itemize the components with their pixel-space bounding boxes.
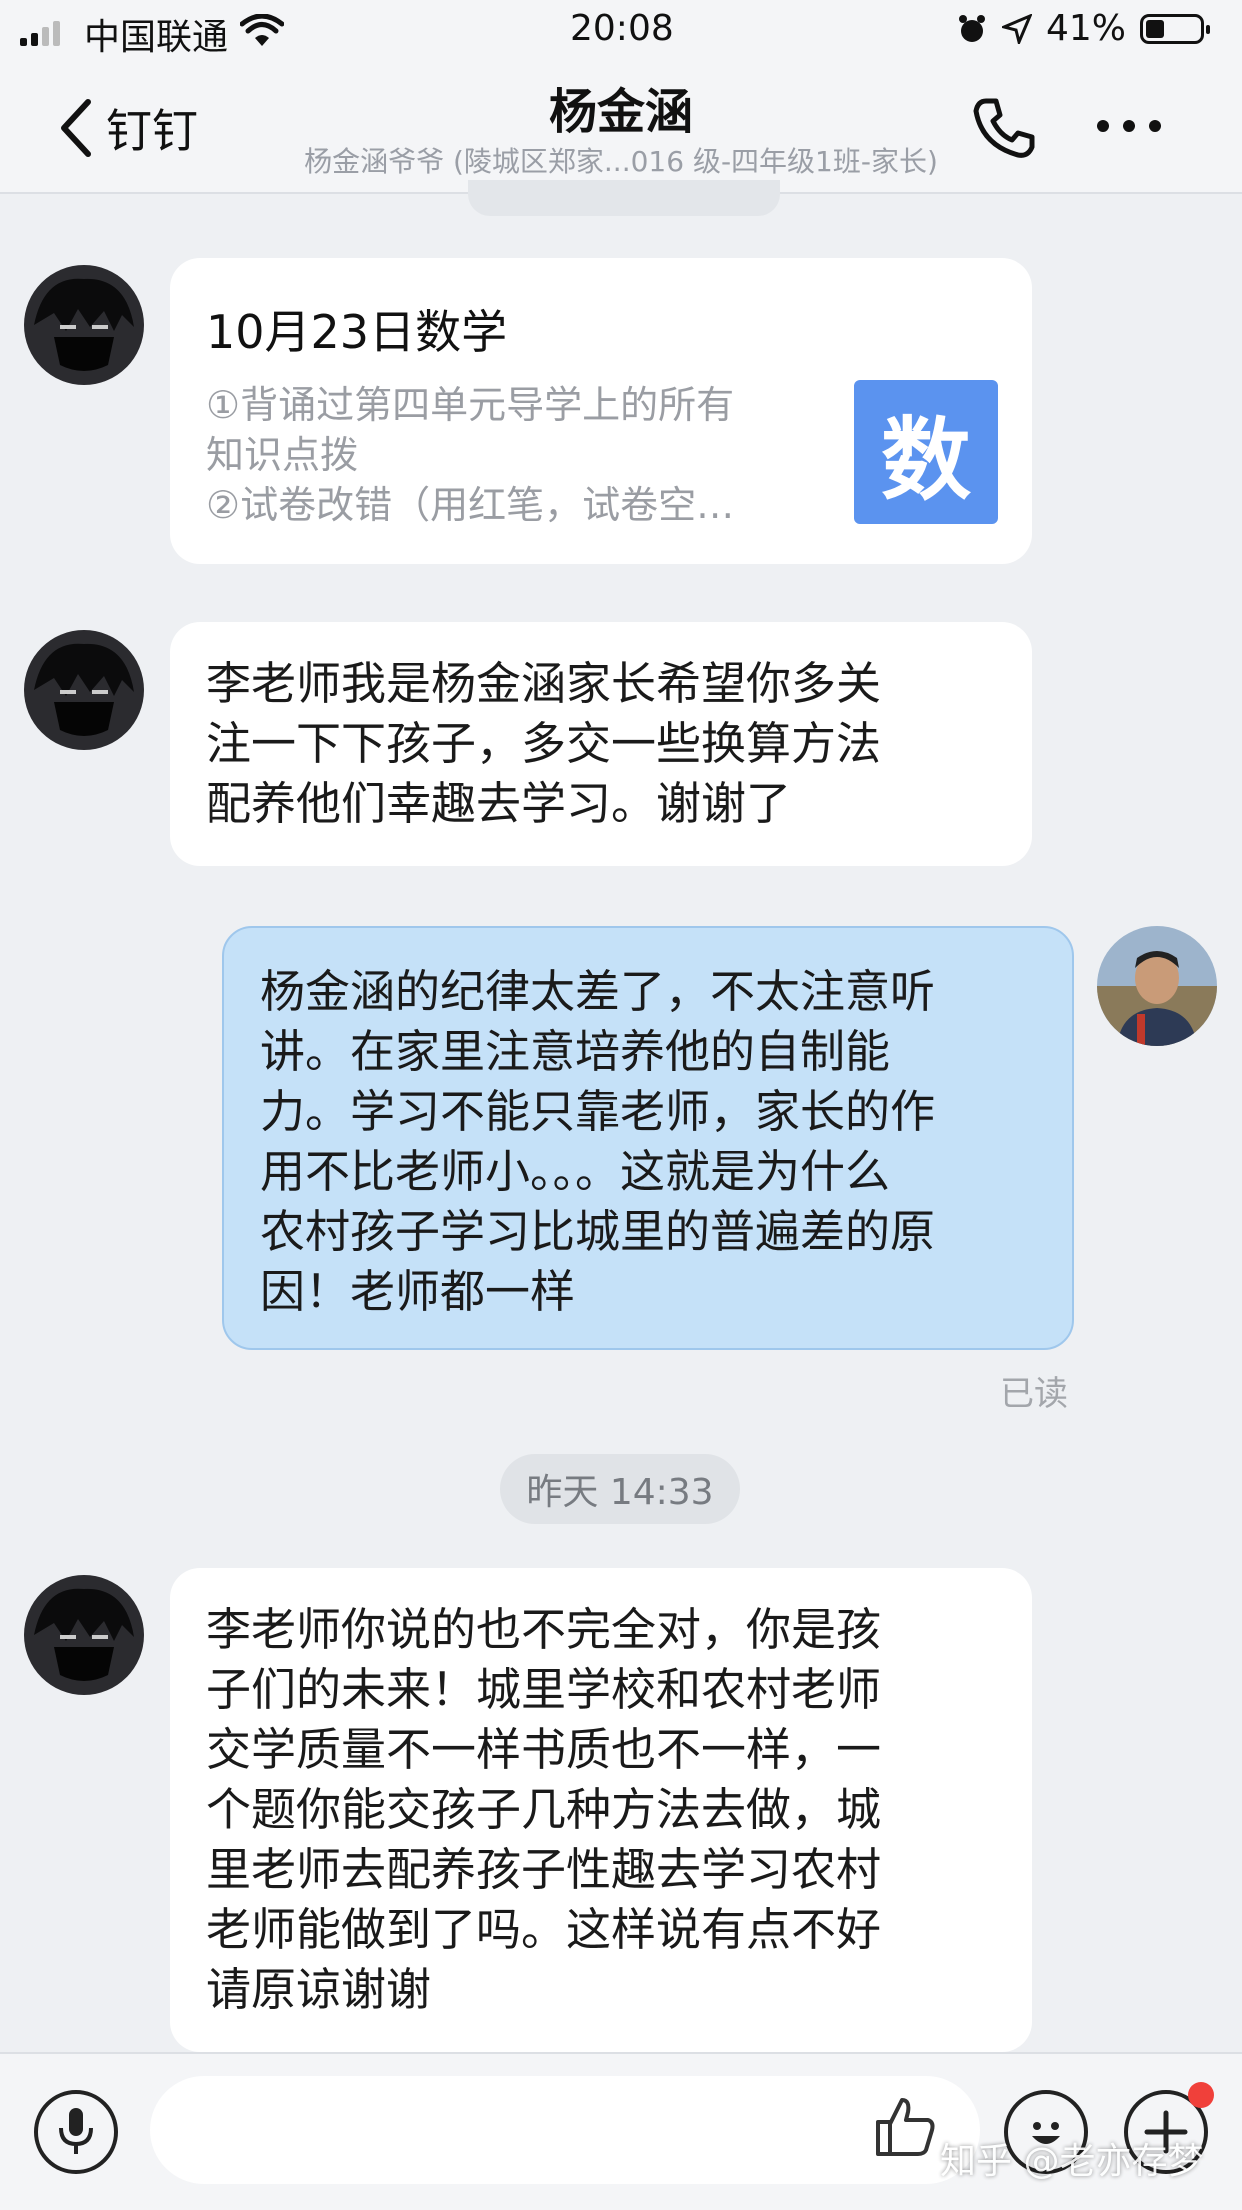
message-text: 李老师我是杨金涵家长希望你多关 注一下下孩子，多交一些换算方法 配养他们幸趣去学… bbox=[206, 657, 882, 830]
card-desc-line: ②试卷改错（用红笔，试卷空… bbox=[206, 483, 735, 527]
message-bubble[interactable]: 李老师你说的也不完全对，你是孩 子们的未来！城里学校和农村老师 交学质量不一样书… bbox=[170, 1568, 1032, 2052]
battery-percent: 41% bbox=[1045, 8, 1126, 49]
nav-bar: 钉钉 杨金涵 杨金涵爷爷 (陵城区郑家...016 级-四年级1班-家长) bbox=[0, 60, 1242, 194]
thumbs-up-icon[interactable] bbox=[872, 2094, 938, 2160]
chat-title: 杨金涵 bbox=[548, 84, 693, 140]
message-text: 李老师你说的也不完全对，你是孩 子们的未来！城里学校和农村老师 交学质量不一样书… bbox=[206, 1603, 882, 2016]
my-avatar[interactable] bbox=[1097, 926, 1217, 1046]
message-input[interactable] bbox=[150, 2076, 980, 2184]
carrier-name: 中国联通 bbox=[84, 17, 229, 58]
phone-call-icon[interactable] bbox=[972, 95, 1038, 161]
voice-button[interactable] bbox=[34, 2090, 118, 2174]
avatar[interactable] bbox=[24, 1575, 144, 1695]
watermark: 知乎 @老亦存梦 bbox=[940, 2141, 1204, 2182]
avatar[interactable] bbox=[24, 265, 144, 385]
alarm-icon bbox=[958, 14, 985, 42]
homework-card[interactable]: 10月23日数学 ①背诵过第四单元导学上的所有 知识点拨 ②试卷改错（用红笔，试… bbox=[170, 258, 1032, 564]
more-options-button[interactable] bbox=[1097, 120, 1161, 132]
signal-icon bbox=[20, 20, 60, 46]
input-bar bbox=[0, 2052, 1242, 2210]
math-subject-icon: 数 bbox=[854, 380, 998, 524]
avatar[interactable] bbox=[24, 630, 144, 750]
notification-badge bbox=[1188, 2082, 1214, 2108]
chat-subtitle: 杨金涵爷爷 (陵城区郑家...016 级-四年级1班-家长) bbox=[304, 145, 938, 178]
clock: 20:08 bbox=[570, 8, 674, 49]
card-description: ①背诵过第四单元导学上的所有 知识点拨 ②试卷改错（用红笔，试卷空… bbox=[206, 380, 826, 530]
message-text: 杨金涵的纪律太差了，不太注意听 讲。在家里注意培养他的自制能 力。学习不能只靠老… bbox=[260, 965, 936, 1318]
card-title: 10月23日数学 bbox=[206, 305, 508, 359]
wifi-icon bbox=[240, 14, 284, 46]
message-bubble[interactable]: 李老师我是杨金涵家长希望你多关 注一下下孩子，多交一些换算方法 配养他们幸趣去学… bbox=[170, 622, 1032, 866]
read-status: 已读 bbox=[1000, 1374, 1068, 1414]
microphone-icon bbox=[59, 2108, 93, 2154]
message-bubble-outgoing[interactable]: 杨金涵的纪律太差了，不太注意听 讲。在家里注意培养他的自制能 力。学习不能只靠老… bbox=[222, 926, 1074, 1350]
card-desc-line: 知识点拨 bbox=[206, 433, 359, 477]
status-bar: 中国联通 20:08 41% bbox=[0, 0, 1242, 60]
card-desc-line: ①背诵过第四单元导学上的所有 bbox=[206, 383, 735, 427]
location-icon bbox=[1001, 13, 1032, 44]
time-divider: 昨天 14:33 bbox=[500, 1454, 740, 1524]
battery-icon bbox=[1140, 13, 1210, 44]
time-divider-partial bbox=[468, 180, 780, 216]
